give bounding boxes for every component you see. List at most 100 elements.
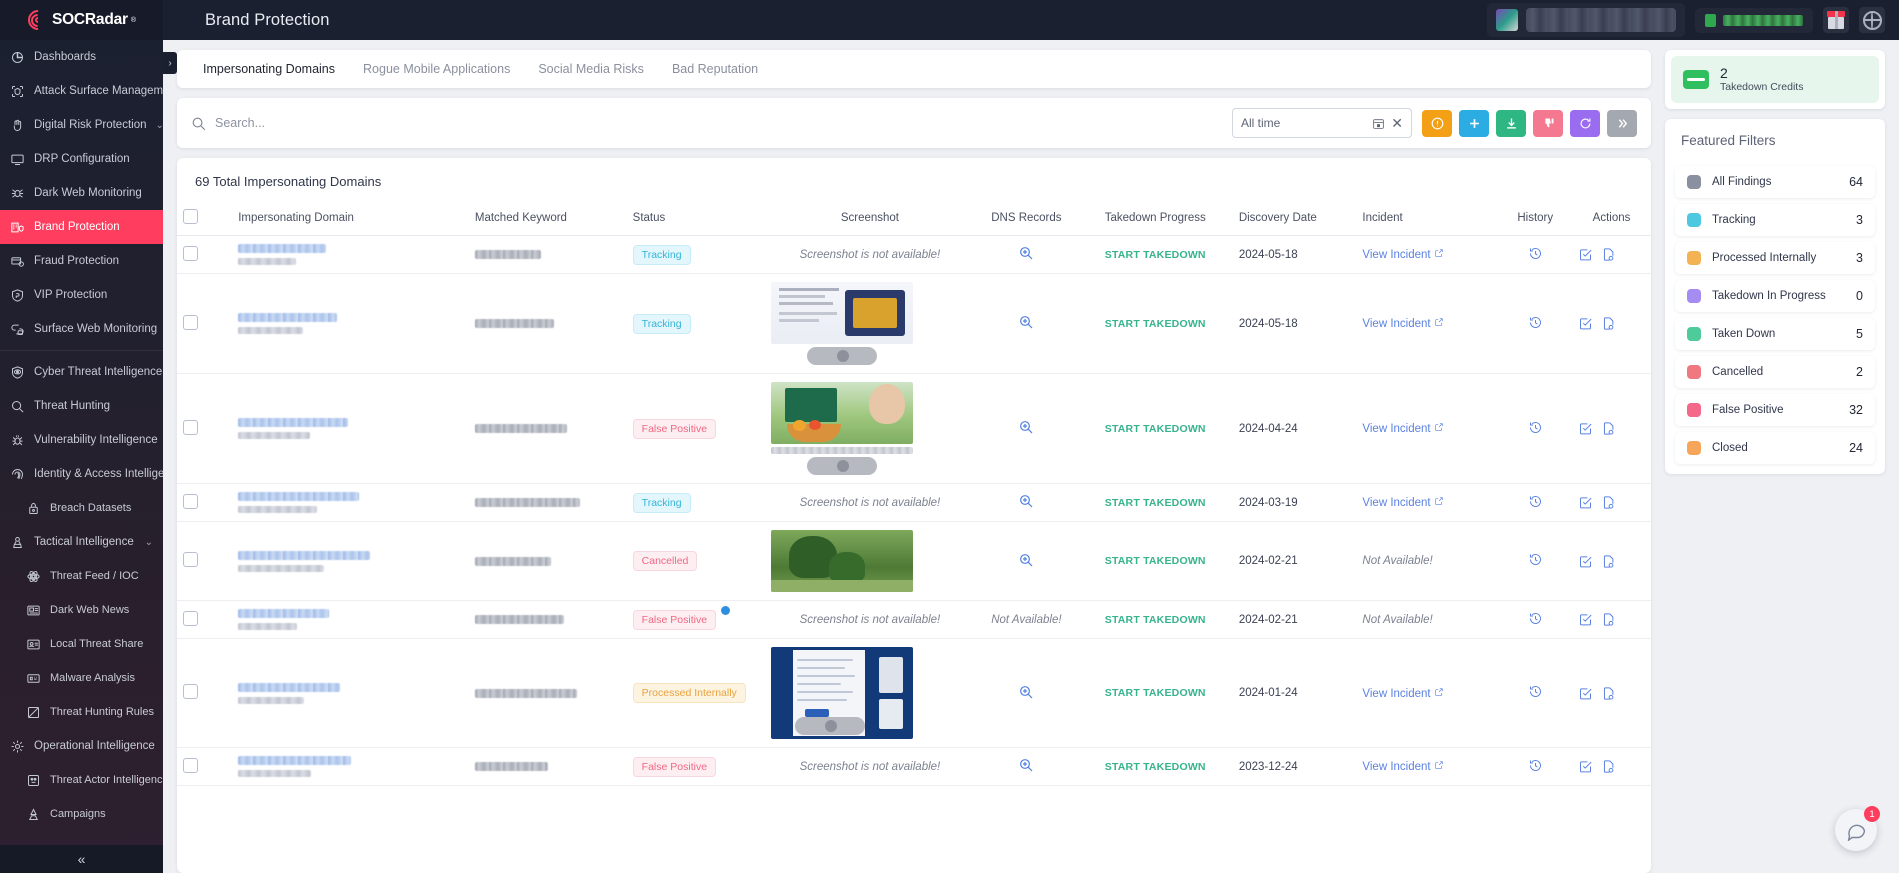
column-header-incident[interactable]: Incident	[1356, 201, 1499, 236]
column-header-matched-keyword[interactable]: Matched Keyword	[468, 201, 627, 236]
sidebar-item-threat-actor-intelligence[interactable]: Threat Actor Intelligence	[0, 763, 163, 797]
row-checkbox[interactable]	[183, 552, 198, 567]
document-search-icon[interactable]	[1601, 686, 1616, 701]
chevron-down-icon[interactable]: ⌄	[145, 537, 153, 548]
zoom-in-icon[interactable]	[1018, 759, 1034, 776]
sidebar-item-vulnerability-intelligence[interactable]: Vulnerability Intelligence	[0, 423, 163, 457]
sidebar-item-operational-intelligence[interactable]: Operational Intelligence⌄	[0, 729, 163, 763]
impersonating-domain-cell[interactable]	[232, 235, 469, 274]
sidebar-item-threat-hunting[interactable]: Threat Hunting	[0, 389, 163, 423]
checkbox-edit-icon[interactable]	[1578, 759, 1593, 774]
impersonating-domain-cell[interactable]	[232, 747, 469, 786]
row-checkbox[interactable]	[183, 245, 198, 261]
filter-closed[interactable]: Closed 24	[1675, 432, 1875, 465]
sidebar-item-threat-hunting-rules[interactable]: Threat Hunting Rules	[0, 695, 163, 729]
start-takedown-button[interactable]: START TAKEDOWN	[1105, 249, 1206, 261]
view-incident-link[interactable]: View Incident	[1362, 688, 1430, 700]
history-clock-icon[interactable]	[1528, 494, 1543, 509]
view-incident-link[interactable]: View Incident	[1362, 249, 1430, 261]
checkbox-edit-icon[interactable]	[1578, 316, 1593, 331]
row-checkbox[interactable]	[183, 493, 198, 509]
add-button[interactable]	[1459, 109, 1489, 137]
checkbox-edit-icon[interactable]	[1578, 421, 1593, 436]
info-icon[interactable]	[721, 605, 731, 615]
zoom-in-icon[interactable]	[1018, 421, 1034, 438]
column-header-actions[interactable]: Actions	[1572, 201, 1651, 236]
sidebar-item-malware-analysis[interactable]: Malware Analysis	[0, 661, 163, 695]
download-button[interactable]	[1496, 109, 1526, 137]
tab-rogue-mobile-applications[interactable]: Rogue Mobile Applications	[349, 50, 524, 88]
checkbox-edit-icon[interactable]	[1578, 686, 1593, 701]
row-checkbox[interactable]	[183, 314, 198, 330]
sidebar-collapse-button[interactable]: «	[0, 845, 163, 873]
filter-takedown-in-progress[interactable]: Takedown In Progress 0	[1675, 280, 1875, 313]
impersonating-domain-cell[interactable]	[232, 373, 469, 484]
table-row[interactable]: Processed Internally START TAKEDOWN 2024-0…	[177, 638, 1651, 748]
history-clock-icon[interactable]	[1528, 420, 1543, 435]
table-row[interactable]: False Positive Screenshot is not availabl…	[177, 747, 1651, 786]
start-takedown-button[interactable]: START TAKEDOWN	[1105, 761, 1206, 773]
sidebar-item-tactical-intelligence[interactable]: Tactical Intelligence ⌄	[0, 525, 163, 559]
document-search-icon[interactable]	[1601, 247, 1616, 262]
column-header-history[interactable]: History	[1498, 201, 1573, 236]
sidebar-item-campaigns[interactable]: Campaigns	[0, 797, 163, 831]
tab-impersonating-domains[interactable]: Impersonating Domains	[189, 50, 349, 88]
row-checkbox[interactable]	[183, 419, 198, 435]
start-takedown-button[interactable]: START TAKEDOWN	[1105, 497, 1206, 509]
row-checkbox[interactable]	[183, 610, 198, 626]
history-clock-icon[interactable]	[1528, 611, 1543, 626]
more-button[interactable]	[1607, 109, 1637, 137]
history-clock-icon[interactable]	[1528, 315, 1543, 330]
history-clock-icon[interactable]	[1528, 758, 1543, 773]
zoom-in-icon[interactable]	[1018, 685, 1034, 703]
impersonating-domain-cell[interactable]	[232, 483, 469, 522]
filter-taken-down[interactable]: Taken Down 5	[1675, 318, 1875, 351]
info-button[interactable]	[1422, 109, 1452, 137]
date-range-picker[interactable]: All time ✕	[1232, 108, 1412, 138]
zoom-in-icon[interactable]	[1018, 553, 1034, 571]
screenshot-thumbnail[interactable]	[770, 530, 913, 592]
zoom-in-icon[interactable]	[1018, 247, 1034, 264]
search-area[interactable]	[191, 116, 1222, 131]
search-input[interactable]	[215, 116, 1222, 130]
sidebar-item-dashboards[interactable]: Dashboards	[0, 40, 163, 74]
impersonating-domain-cell[interactable]	[232, 638, 469, 748]
start-takedown-button[interactable]: START TAKEDOWN	[1105, 555, 1206, 567]
tab-social-media-risks[interactable]: Social Media Risks	[524, 50, 658, 88]
sidebar-item-local-threat-share[interactable]: Local Threat Share	[0, 627, 163, 661]
zoom-in-icon[interactable]	[1018, 495, 1034, 512]
screenshot-thumbnail[interactable]	[770, 382, 913, 475]
start-takedown-button[interactable]: START TAKEDOWN	[1105, 614, 1206, 626]
column-header-takedown-progress[interactable]: Takedown Progress	[1077, 201, 1233, 236]
start-takedown-button[interactable]: START TAKEDOWN	[1105, 687, 1206, 699]
start-takedown-button[interactable]: START TAKEDOWN	[1105, 423, 1206, 435]
impersonating-domain-cell[interactable]	[232, 600, 469, 639]
sidebar-item-cyber-threat-intelligence[interactable]: Cyber Threat Intelligence?⌄	[0, 355, 163, 389]
sidebar-item-drp-configuration[interactable]: DRP Configuration	[0, 142, 163, 176]
row-checkbox[interactable]	[183, 757, 198, 773]
sidebar-expander-icon[interactable]: ›	[163, 52, 177, 74]
organization-selector[interactable]	[1487, 3, 1685, 37]
history-clock-icon[interactable]	[1528, 684, 1543, 699]
table-row[interactable]: Tracking Screenshot is not available! STAR…	[177, 483, 1651, 522]
zoom-in-icon[interactable]	[1018, 316, 1034, 333]
refresh-button[interactable]	[1570, 109, 1600, 137]
screenshot-thumbnail[interactable]	[770, 282, 913, 365]
filter-tracking[interactable]: Tracking 3	[1675, 204, 1875, 237]
sidebar-item-fraud-protection[interactable]: Fraud Protection	[0, 244, 163, 278]
document-search-icon[interactable]	[1601, 316, 1616, 331]
document-search-icon[interactable]	[1601, 554, 1616, 569]
calendar-icon[interactable]	[1372, 117, 1385, 130]
select-all-checkbox[interactable]	[183, 209, 198, 224]
tab-bad-reputation[interactable]: Bad Reputation	[658, 50, 772, 88]
sidebar-item-threat-feed-ioc[interactable]: Threat Feed / IOC	[0, 559, 163, 593]
start-takedown-button[interactable]: START TAKEDOWN	[1105, 318, 1206, 330]
checkbox-edit-icon[interactable]	[1578, 495, 1593, 510]
filter-false-positive[interactable]: False Positive 32	[1675, 394, 1875, 427]
sidebar-item-vip-protection[interactable]: VIP Protection	[0, 278, 163, 312]
chevron-down-icon[interactable]: ⌄	[155, 120, 163, 131]
sidebar-item-surface-web-monitoring[interactable]: Surface Web Monitoring	[0, 312, 163, 346]
view-incident-link[interactable]: View Incident	[1362, 318, 1430, 330]
sidebar-item-attack-surface-management[interactable]: Attack Surface Management›	[0, 74, 163, 108]
filter-all-findings[interactable]: All Findings 64	[1675, 166, 1875, 199]
